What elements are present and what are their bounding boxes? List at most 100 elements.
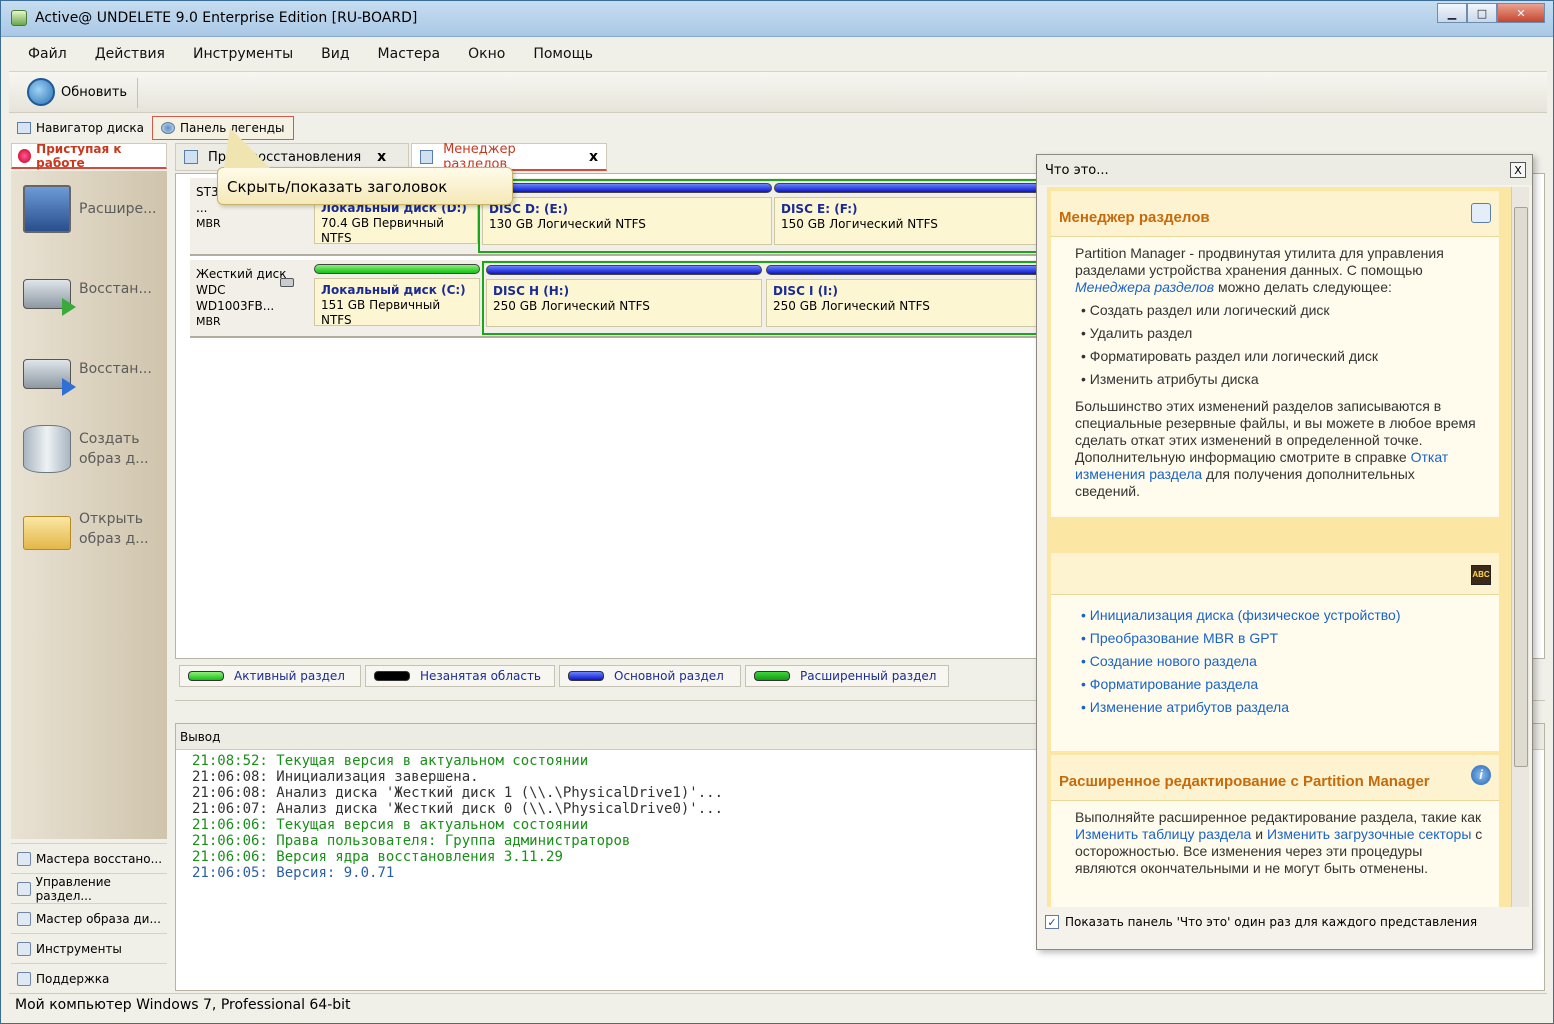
sidebar-item-open-image[interactable]: Открыть образ д... bbox=[11, 497, 167, 561]
edit-boot-sectors-link[interactable]: Изменить загрузочные секторы bbox=[1267, 826, 1471, 842]
sidebar-tab-getting-started[interactable]: Приступая к работе bbox=[11, 141, 167, 170]
panel-scrollbar[interactable] bbox=[1511, 187, 1529, 907]
refresh-label: Обновить bbox=[61, 84, 128, 100]
partition-manager-link[interactable]: Менеджера разделов bbox=[1075, 279, 1214, 295]
sidebar-nav-image-wizard[interactable]: Мастер образа ди... bbox=[11, 903, 167, 933]
show-once-checkbox[interactable]: ✓ bbox=[1045, 915, 1059, 929]
logical-partition-bar bbox=[486, 265, 762, 275]
toolbar-separator bbox=[137, 78, 138, 108]
feature-item: Форматировать раздел или логический диск bbox=[1090, 348, 1483, 365]
sidebar-nav-label: Инструменты bbox=[36, 941, 122, 956]
sidebar-item-restore-2[interactable]: Восстан... bbox=[11, 337, 167, 401]
panel-close-icon[interactable]: X bbox=[1510, 162, 1526, 178]
section-body-links: Инициализация диска (физическое устройст… bbox=[1051, 595, 1499, 751]
title-bar[interactable]: Active@ UNDELETE 9.0 Enterprise Edition … bbox=[1, 1, 1553, 37]
edit-partition-table-link[interactable]: Изменить таблицу раздела bbox=[1075, 826, 1251, 842]
hdd-restore-icon bbox=[23, 279, 76, 316]
sidebar-nav-tools[interactable]: Инструменты bbox=[11, 933, 167, 963]
sidebar-bottom-nav: Мастера восстано... Управление раздел...… bbox=[11, 843, 167, 993]
help-link[interactable]: Создание нового раздела bbox=[1090, 653, 1483, 670]
log-text: Права пользователя: Группа администратор… bbox=[276, 833, 631, 849]
wand-icon bbox=[17, 851, 31, 866]
sidebar-item-extended-scan[interactable]: Расшире... bbox=[11, 177, 167, 241]
hard-disk-icon bbox=[280, 278, 294, 287]
legend-panel-button[interactable]: Панель легенды bbox=[151, 116, 294, 140]
body-text: и bbox=[1251, 826, 1267, 842]
legend-unallocated: Незанятая область bbox=[365, 665, 555, 687]
status-bar: Мой компьютер Windows 7, Professional 64… bbox=[9, 993, 1547, 1017]
info-icon bbox=[17, 971, 31, 986]
disk-model: WD1003FB... bbox=[196, 299, 275, 313]
show-once-label: Показать панель 'Что это' один раз для к… bbox=[1065, 915, 1478, 929]
sidebar: Приступая к работе Расшире... Восстан...… bbox=[9, 141, 169, 993]
sidebar-item-create-image[interactable]: Создать образ д... bbox=[11, 417, 167, 481]
menu-wizards[interactable]: Мастера bbox=[378, 46, 441, 62]
log-time: 21:06:08: bbox=[192, 769, 268, 785]
active-partition-bar bbox=[314, 264, 480, 274]
log-text: Текущая версия в актуальном состоянии bbox=[276, 817, 589, 833]
folder-open-icon bbox=[23, 516, 71, 550]
sidebar-nav-recovery-wizards[interactable]: Мастера восстано... bbox=[11, 843, 167, 873]
legend-panel-icon bbox=[160, 122, 175, 134]
sidebar-nav-label: Управление раздел... bbox=[35, 874, 111, 903]
help-link[interactable]: Инициализация диска (физическое устройст… bbox=[1090, 607, 1483, 624]
monitor-icon bbox=[23, 185, 71, 233]
tooltip: Скрыть/показать заголовок bbox=[217, 128, 513, 205]
sidebar-item-label: образ д... bbox=[79, 451, 149, 467]
disk-navigator-button[interactable]: Навигатор диска bbox=[9, 116, 152, 140]
legend-active: Активный раздел bbox=[179, 665, 361, 687]
window-title: Active@ UNDELETE 9.0 Enterprise Edition … bbox=[35, 10, 418, 26]
menu-bar: Файл Действия Инструменты Вид Мастера Ок… bbox=[9, 39, 1547, 69]
partition-desc: 250 GB Логический NTFS bbox=[493, 299, 650, 313]
sidebar-nav-partition-management[interactable]: Управление раздел... bbox=[11, 873, 167, 903]
section-heading-advanced: Расширенное редактирование с Partition M… bbox=[1051, 755, 1499, 801]
legend-label: Незанятая область bbox=[420, 669, 542, 683]
panel-footer: ✓ Показать панель 'Что это' один раз для… bbox=[1045, 915, 1477, 929]
section-body-advanced: Выполняйте расширенное редактирование ра… bbox=[1051, 801, 1499, 907]
partition-icon bbox=[17, 881, 31, 896]
partition-name: DISC H (H:) bbox=[493, 284, 570, 298]
sidebar-item-label: образ д... bbox=[79, 531, 149, 547]
log-text: Версия: 9.0.71 bbox=[276, 865, 395, 881]
legend-swatch bbox=[374, 671, 410, 681]
help-link[interactable]: Изменение атрибутов раздела bbox=[1090, 699, 1483, 716]
menu-file[interactable]: Файл bbox=[28, 46, 67, 62]
log-time: 21:06:06: bbox=[192, 833, 268, 849]
tab-close-icon[interactable]: x bbox=[589, 149, 598, 165]
body-text: можно делать следующее: bbox=[1214, 279, 1392, 295]
sidebar-tab-label: Приступая к работе bbox=[36, 141, 122, 170]
app-window: Active@ UNDELETE 9.0 Enterprise Edition … bbox=[0, 0, 1554, 1024]
menu-tools[interactable]: Инструменты bbox=[193, 46, 293, 62]
toolbar: Обновить bbox=[9, 71, 1547, 113]
sidebar-item-restore-1[interactable]: Восстан... bbox=[11, 257, 167, 321]
menu-view[interactable]: Вид bbox=[321, 46, 349, 62]
maximize-button[interactable]: □ bbox=[1467, 3, 1497, 23]
disk-info: Жесткий диск WDC WD1003FB... MBR bbox=[196, 266, 306, 330]
tab-close-icon[interactable]: x bbox=[377, 149, 386, 165]
sidebar-nav-label: Мастер образа ди... bbox=[36, 911, 161, 926]
feature-item: Изменить атрибуты диска bbox=[1090, 371, 1483, 388]
legend-swatch bbox=[568, 671, 604, 681]
section-body: Partition Manager - продвинутая утилита … bbox=[1051, 237, 1499, 517]
close-button[interactable]: ✕ bbox=[1497, 3, 1545, 23]
sidebar-item-label: Создать bbox=[79, 431, 140, 447]
legend-primary: Основной раздел bbox=[559, 665, 741, 687]
refresh-button[interactable]: Обновить bbox=[27, 78, 127, 106]
scrollbar-thumb[interactable] bbox=[1514, 207, 1528, 767]
what-is-this-content[interactable]: Менеджер разделов Partition Manager - пр… bbox=[1047, 187, 1529, 907]
hdd-restore-icon bbox=[23, 359, 76, 396]
partition[interactable]: Локальный диск (C:) 151 GB Первичный NTFS bbox=[314, 264, 480, 332]
logical-partition-bar bbox=[482, 183, 772, 193]
body-text: Partition Manager - продвинутая утилита … bbox=[1075, 245, 1444, 278]
help-link[interactable]: Преобразование MBR в GPT bbox=[1090, 630, 1483, 647]
help-link[interactable]: Форматирование раздела bbox=[1090, 676, 1483, 693]
sidebar-nav-support[interactable]: Поддержка bbox=[11, 963, 167, 993]
menu-actions[interactable]: Действия bbox=[95, 46, 165, 62]
menu-window[interactable]: Окно bbox=[468, 46, 505, 62]
abc-icon: ABC bbox=[1471, 565, 1491, 585]
minimize-button[interactable]: ▁ bbox=[1437, 3, 1467, 23]
disk-label: Жесткий диск bbox=[196, 267, 287, 281]
log-time: 21:06:05: bbox=[192, 865, 268, 881]
menu-help[interactable]: Помощь bbox=[533, 46, 593, 62]
disk-navigator-label: Навигатор диска bbox=[36, 121, 144, 135]
